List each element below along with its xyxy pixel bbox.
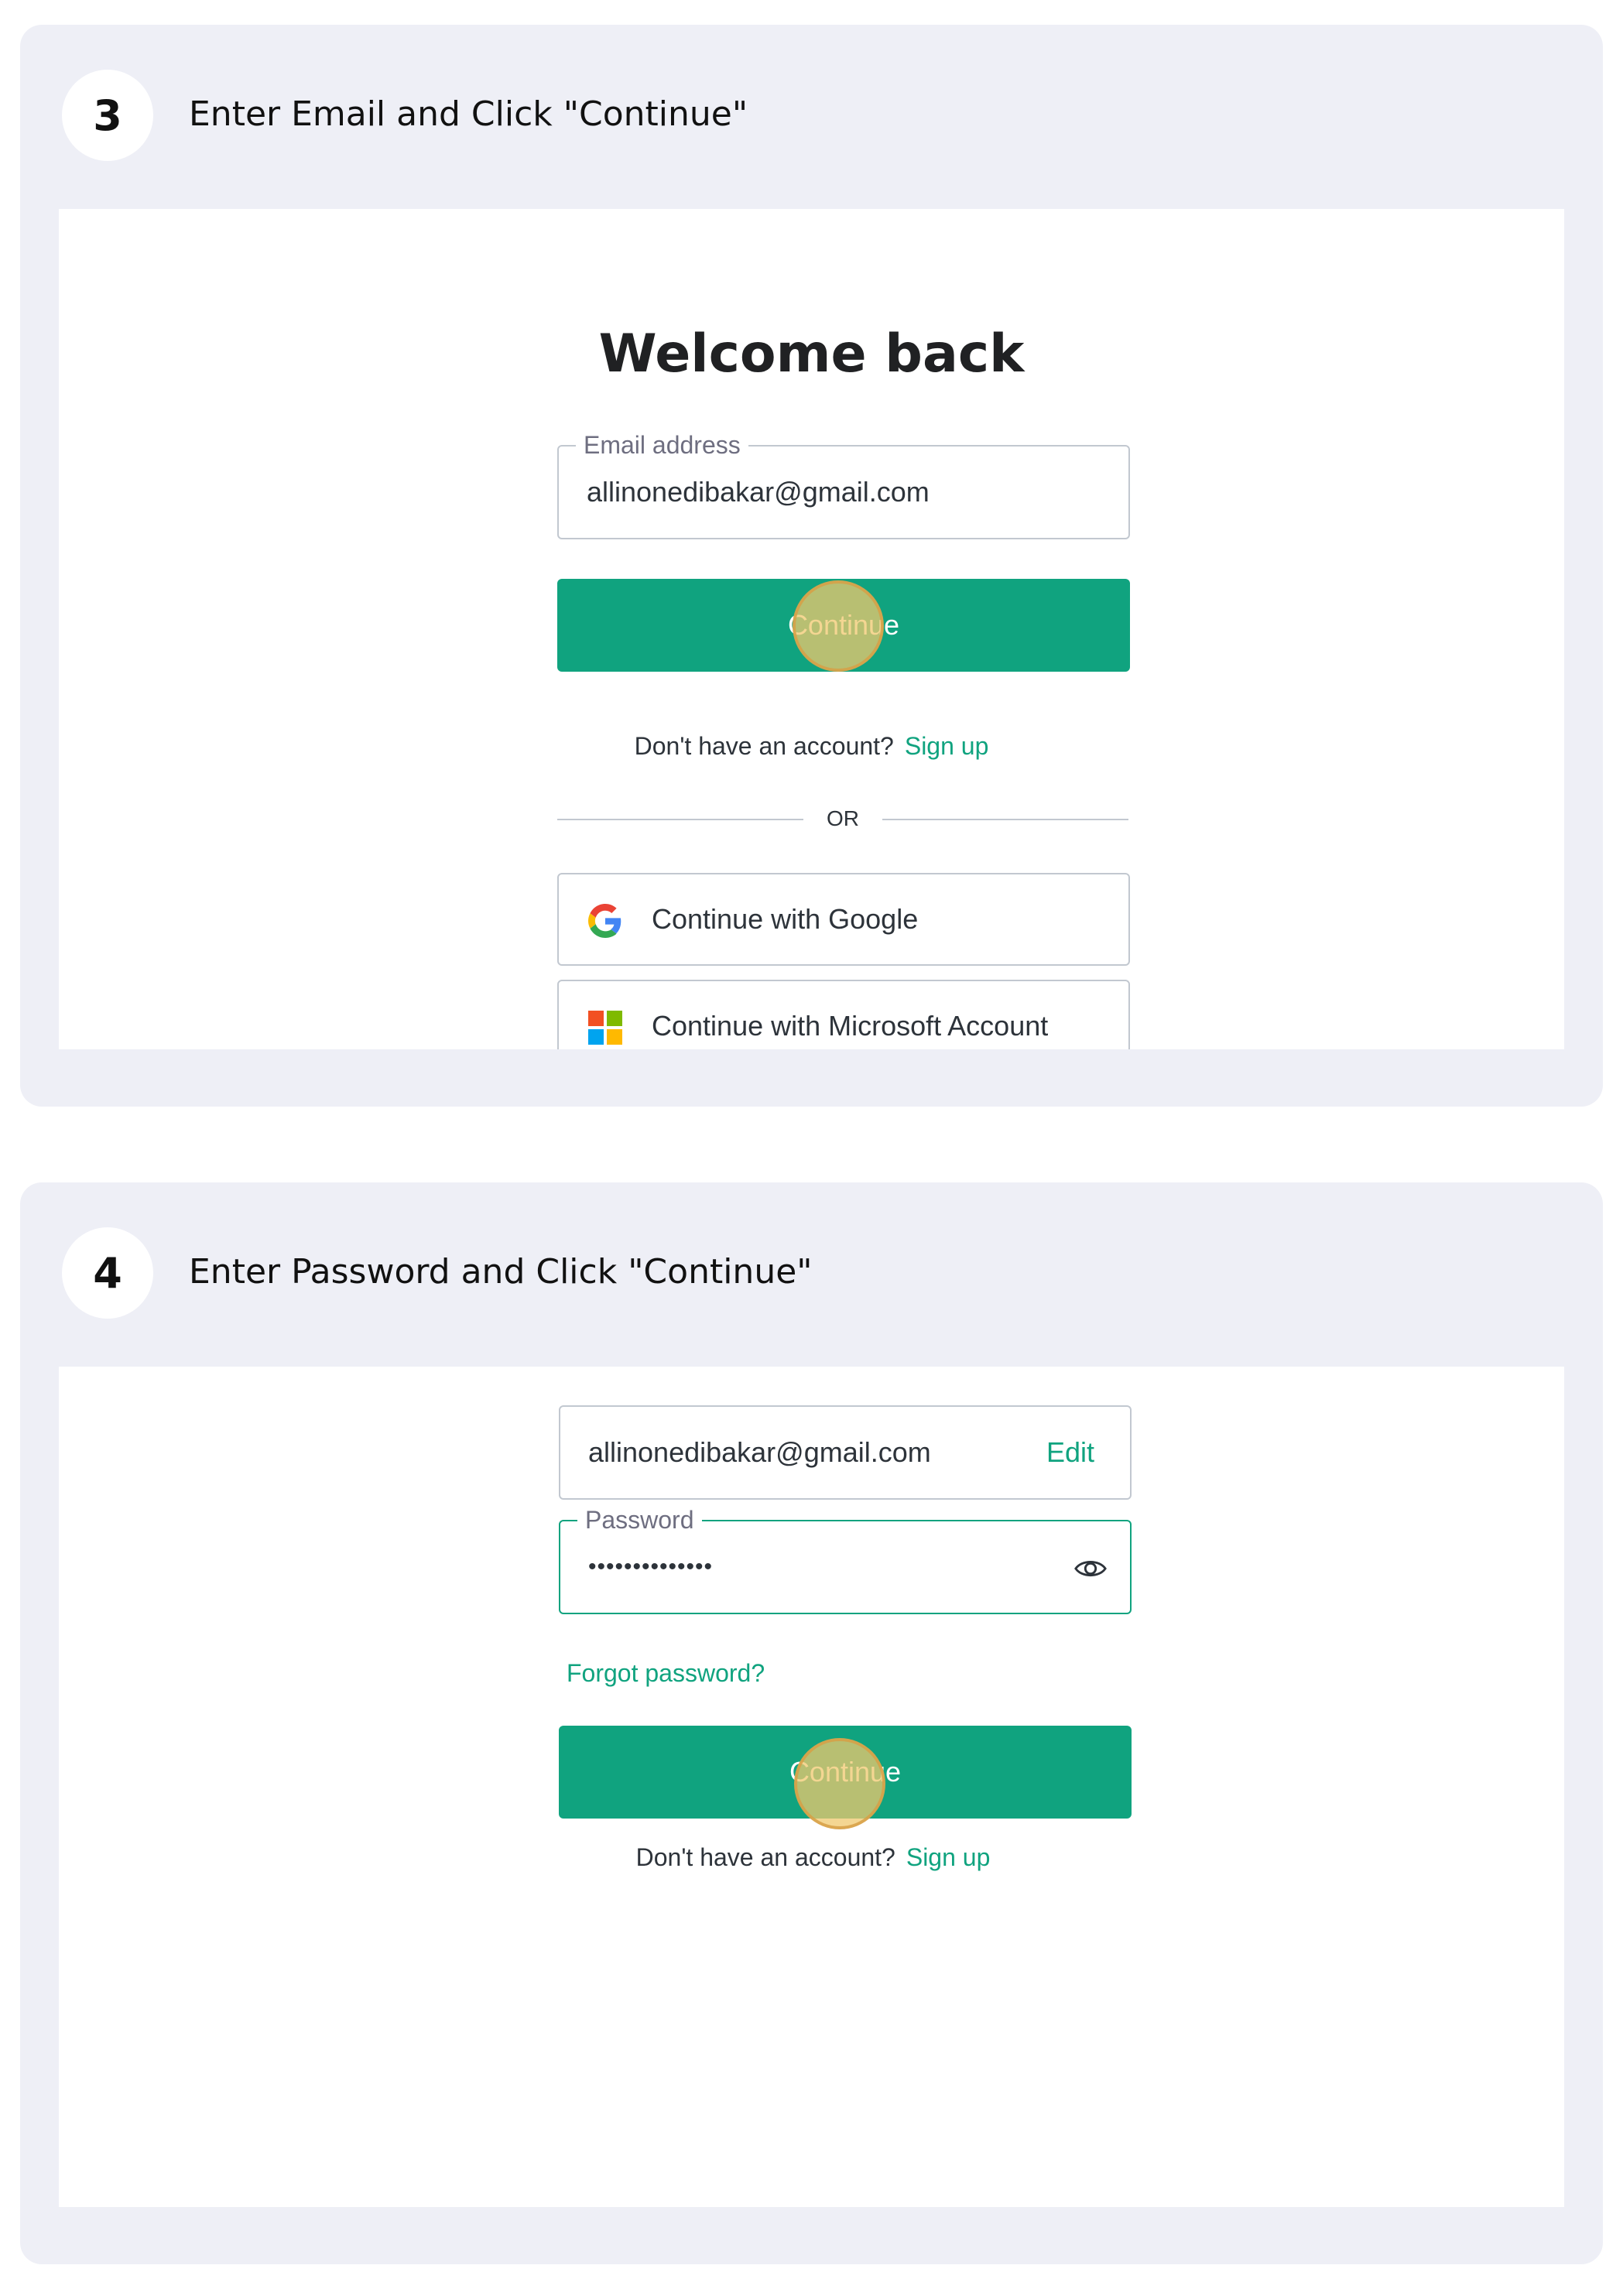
screenshot-login-password: allinonedibakar@gmail.com Edit Password … [59,1367,1564,2207]
click-indicator [794,1738,885,1829]
forgot-password-link[interactable]: Forgot password? [567,1659,765,1688]
microsoft-logo-icon [588,1011,622,1045]
continue-with-google-button[interactable]: Continue with Google [557,873,1130,966]
edit-email-link[interactable]: Edit [1046,1407,1094,1498]
step-number: 3 [62,70,153,161]
continue-with-microsoft-button[interactable]: Continue with Microsoft Account [557,980,1130,1049]
microsoft-button-label: Continue with Microsoft Account [652,1010,1049,1042]
signup-prompt: Don't have an account? Sign up [59,1843,1564,1872]
password-value: •••••••••••••• [588,1554,714,1579]
divider-line-right [882,819,1128,820]
or-divider: OR [557,803,1128,834]
google-logo-icon [588,904,621,938]
step-number: 4 [62,1227,153,1319]
step-title: Enter Password and Click "Continue" [189,1252,813,1292]
page-heading: Welcome back [598,323,1025,385]
signup-prompt: Don't have an account? Sign up [59,732,1564,761]
step-card-3: 3 Enter Email and Click "Continue" Welco… [20,25,1603,1107]
click-indicator [793,580,884,672]
email-display-field: allinonedibakar@gmail.com Edit [559,1405,1132,1500]
no-account-text: Don't have an account? [634,732,894,760]
email-field[interactable]: Email address allinonedibakar@gmail.com [557,431,1130,539]
email-value: allinonedibakar@gmail.com [587,476,930,508]
no-account-text: Don't have an account? [635,1843,895,1871]
google-button-label: Continue with Google [652,903,919,935]
step-title: Enter Email and Click "Continue" [189,94,748,134]
step-card-4: 4 Enter Password and Click "Continue" al… [20,1182,1603,2264]
screenshot-login-email: Welcome back Email address allinonedibak… [59,209,1564,1049]
eye-icon[interactable] [1073,1551,1108,1586]
email-value: allinonedibakar@gmail.com [588,1436,931,1468]
sign-up-link[interactable]: Sign up [905,732,989,760]
sign-up-link[interactable]: Sign up [906,1843,991,1871]
password-field[interactable]: Password •••••••••••••• [559,1506,1132,1614]
